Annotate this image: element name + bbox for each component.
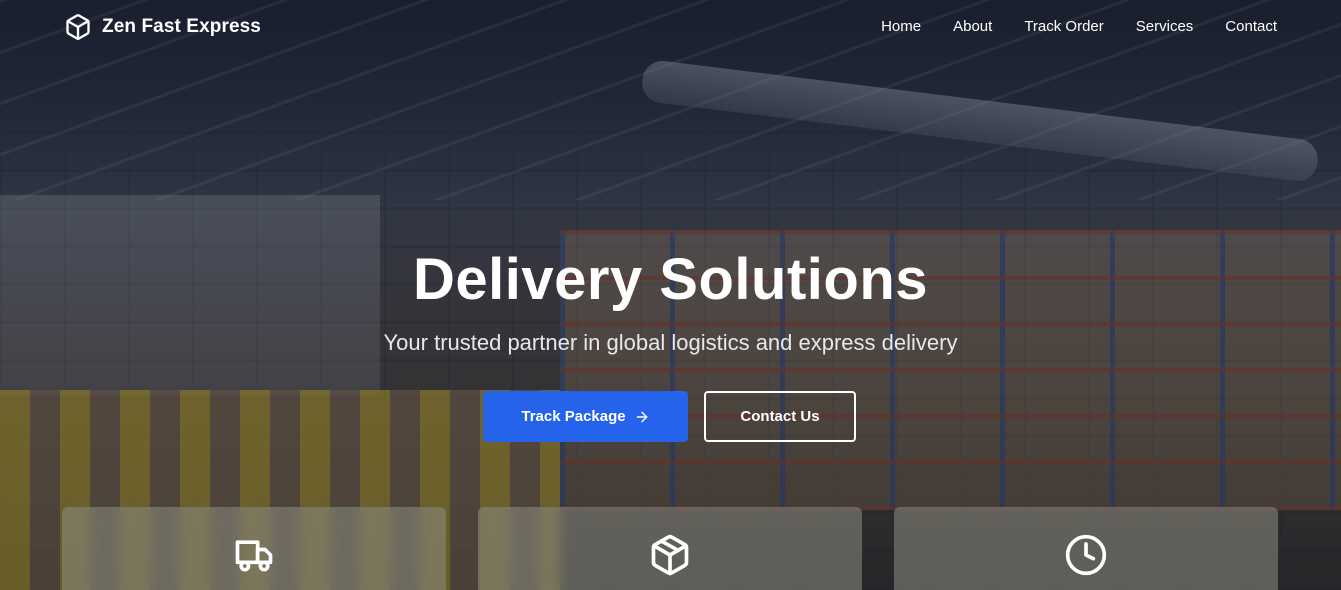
package-icon [651,534,689,576]
feature-card-delivery [62,507,446,590]
hero-subtitle: Your trusted partner in global logistics… [383,330,958,355]
nav-link-track-order[interactable]: Track Order [1024,18,1103,35]
nav-item: Services [1136,18,1194,36]
brand-name: Zen Fast Express [102,16,261,37]
nav-item: Home [881,18,921,36]
nav-link-home[interactable]: Home [881,18,921,35]
contact-us-label: Contact Us [740,408,820,425]
hero-title: Delivery Solutions [412,247,929,312]
nav-link-services[interactable]: Services [1136,18,1194,35]
nav-menu: Home About Track Order Services Contact [881,18,1277,36]
truck-icon [235,540,273,572]
brand-logo-link[interactable]: Zen Fast Express [64,12,261,42]
contact-us-button[interactable]: Contact Us [704,391,856,442]
clock-icon [1065,534,1107,576]
nav-link-about[interactable]: About [953,18,992,35]
feature-card-time [894,507,1278,590]
track-package-button[interactable]: Track Package [483,391,688,442]
nav-item: About [953,18,992,36]
nav-item: Track Order [1024,18,1103,36]
nav-item: Contact [1225,18,1277,36]
arrow-right-icon [636,411,648,422]
navbar: Zen Fast Express Home About Track Order … [0,0,1341,56]
feature-card-package [478,507,862,590]
box-icon [66,14,90,40]
nav-link-contact[interactable]: Contact [1225,18,1277,35]
hero-section: Zen Fast Express Home About Track Order … [0,0,1341,590]
track-package-label: Track Package [521,408,626,425]
